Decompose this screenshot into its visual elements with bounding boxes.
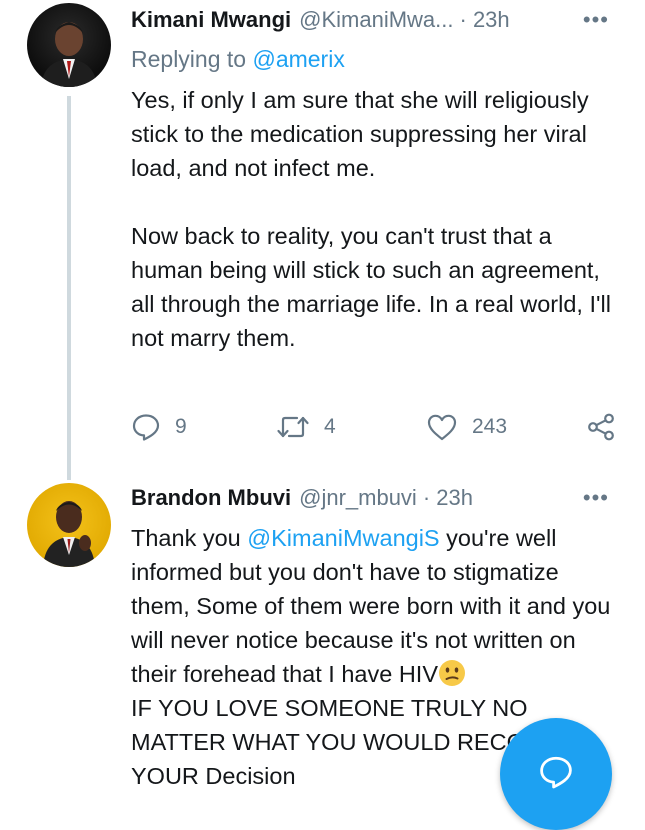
avatar[interactable] [27, 3, 111, 87]
display-name[interactable]: Kimani Mwangi [131, 7, 291, 33]
more-options-icon[interactable]: ••• [583, 7, 609, 33]
tweet[interactable]: Kimani Mwangi @KimaniMwa... · 23h ••• Re… [0, 0, 645, 480]
tweet-paragraph: Yes, if only I am sure that she will rel… [131, 87, 589, 181]
tweet-header: Kimani Mwangi @KimaniMwa... · 23h ••• [131, 4, 615, 36]
reply-icon [540, 756, 572, 789]
retweet-icon [277, 416, 309, 438]
share-icon [588, 413, 614, 441]
mention-link[interactable]: @KimaniMwangiS [247, 525, 439, 551]
thread-line [67, 96, 71, 480]
confused-face-emoji [438, 659, 466, 687]
tweet-text-segment: Thank you [131, 525, 248, 551]
tweet-header: Brandon Mbuvi @jnr_mbuvi · 23h ••• [131, 482, 615, 514]
profile-photo [41, 22, 97, 87]
share-button[interactable] [586, 412, 616, 442]
tweet-paragraph: Now back to reality, you can't trust tha… [131, 223, 611, 351]
tweet-text: Yes, if only I am sure that she will rel… [131, 83, 621, 355]
handle[interactable]: @KimaniMwa... [299, 7, 453, 33]
profile-photo [43, 501, 95, 567]
handle[interactable]: @jnr_mbuvi [299, 485, 417, 511]
reply-button[interactable]: 9 [131, 412, 276, 442]
replying-to: Replying to @amerix [131, 46, 345, 73]
like-button[interactable]: 243 [426, 412, 586, 442]
replying-to-mention[interactable]: @amerix [252, 46, 344, 72]
display-name[interactable]: Brandon Mbuvi [131, 485, 291, 511]
timestamp[interactable]: · 23h [460, 7, 510, 33]
retweet-button[interactable]: 4 [276, 412, 426, 442]
reply-icon [132, 414, 160, 441]
compose-reply-button[interactable] [500, 718, 612, 830]
retweet-count: 4 [324, 415, 336, 438]
action-bar: 9 4 243 [131, 410, 616, 444]
timestamp[interactable]: · 23h [423, 485, 473, 511]
like-count: 243 [472, 415, 508, 438]
more-options-icon[interactable]: ••• [583, 485, 609, 511]
avatar[interactable] [27, 483, 111, 567]
heart-icon [427, 414, 457, 441]
reply-count: 9 [175, 415, 187, 438]
replying-to-label: Replying to [131, 46, 253, 72]
